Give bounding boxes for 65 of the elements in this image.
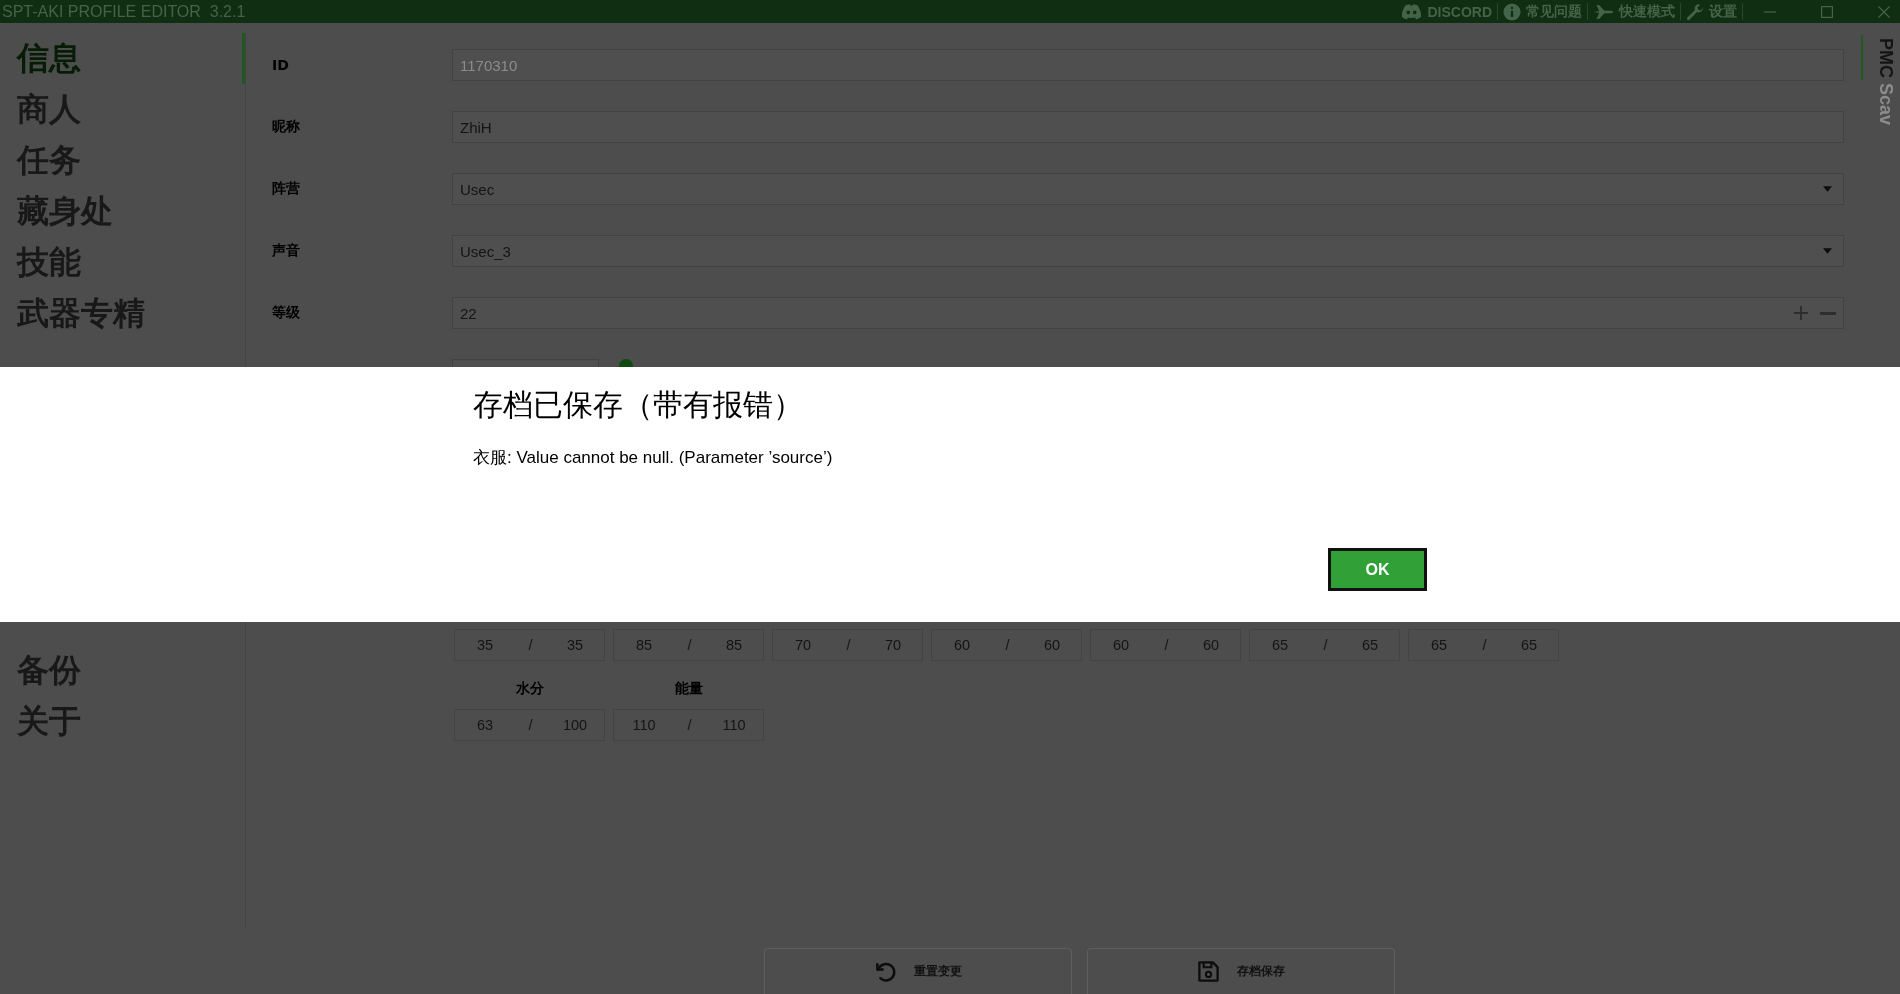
maximum-value: 65: [1361, 637, 1379, 653]
minimize-icon[interactable]: [1764, 10, 1776, 13]
action-button[interactable]: 存档保存: [1087, 948, 1395, 994]
value-separator: /: [1323, 637, 1328, 653]
value-separator: /: [846, 637, 851, 653]
dialog-message: 衣服: Value cannot be null. (Parameter ’source’): [473, 447, 834, 468]
dropdown-field[interactable]: Usec_3: [452, 235, 1844, 267]
maximize-icon[interactable]: [1821, 5, 1833, 18]
maximum-value: 70: [884, 637, 902, 653]
dialog-title: 存档已保存（带有报错）: [473, 386, 804, 424]
minus-icon[interactable]: [1820, 311, 1836, 315]
caret-icon: [1823, 186, 1832, 192]
value-separator: /: [528, 637, 533, 653]
toolbar-button[interactable]: 设置: [1681, 1, 1742, 22]
undo-icon: [874, 960, 897, 983]
value-separator: /: [687, 717, 692, 733]
profile-tab[interactable]: Scav: [1861, 80, 1896, 128]
wrench-icon: [1686, 2, 1704, 21]
maximum-value: 35: [566, 637, 584, 653]
current-value: 65: [1271, 637, 1289, 653]
value-separator: /: [1164, 637, 1169, 653]
maximum-value: 110: [722, 717, 746, 733]
toolbar-button[interactable]: 快速模式: [1588, 1, 1680, 22]
current-value: 63: [476, 717, 494, 733]
field-label: ID: [272, 57, 290, 73]
field-label: 昵称: [272, 118, 301, 136]
info-icon: [1503, 2, 1521, 21]
input-field[interactable]: [452, 359, 599, 367]
field-label: 声音: [272, 242, 301, 260]
controller-icon: [1401, 3, 1423, 20]
current-value: 65: [1430, 637, 1448, 653]
caret-icon: [1823, 248, 1832, 254]
plus-icon[interactable]: [1794, 306, 1808, 320]
field-label: 阵营: [272, 180, 301, 198]
action-button[interactable]: 重置变更: [764, 948, 1072, 994]
current-value: 60: [1112, 637, 1130, 653]
toolbar-button[interactable]: 常见问题: [1498, 1, 1587, 22]
current-value: 60: [953, 637, 971, 653]
value-separator: /: [1005, 637, 1010, 653]
maximum-value: 60: [1043, 637, 1061, 653]
dropdown-field[interactable]: Usec: [452, 173, 1844, 205]
maximum-value: 100: [562, 717, 588, 733]
current-value: 35: [476, 637, 494, 653]
close-icon[interactable]: [1878, 5, 1890, 18]
maximum-value: 60: [1202, 637, 1220, 653]
sidebar-item[interactable]: 信息: [0, 33, 245, 84]
current-value: 70: [794, 637, 812, 653]
input-field[interactable]: ZhiH: [452, 111, 1844, 143]
number-field[interactable]: 22: [452, 297, 1844, 329]
slider-knob-icon[interactable]: [619, 359, 633, 367]
window-title: SPT-AKI PROFILE EDITOR 3.2.1: [2, 1, 246, 22]
maximum-value: 85: [725, 637, 743, 653]
stat-label: 水分: [515, 679, 544, 698]
field-label: 等级: [272, 304, 301, 322]
toolbar-button[interactable]: DISCORD: [1396, 1, 1497, 22]
current-value: 110: [632, 717, 656, 733]
value-separator: /: [687, 637, 692, 653]
value-separator: /: [528, 717, 533, 733]
input-field[interactable]: 1170310: [452, 49, 1844, 81]
profile-tab[interactable]: PMC: [1861, 35, 1896, 80]
value-separator: /: [1482, 637, 1487, 653]
current-value: 85: [635, 637, 653, 653]
stat-label: 能量: [674, 679, 703, 698]
ok-button[interactable]: OK: [1328, 548, 1427, 591]
maximum-value: 65: [1520, 637, 1538, 653]
